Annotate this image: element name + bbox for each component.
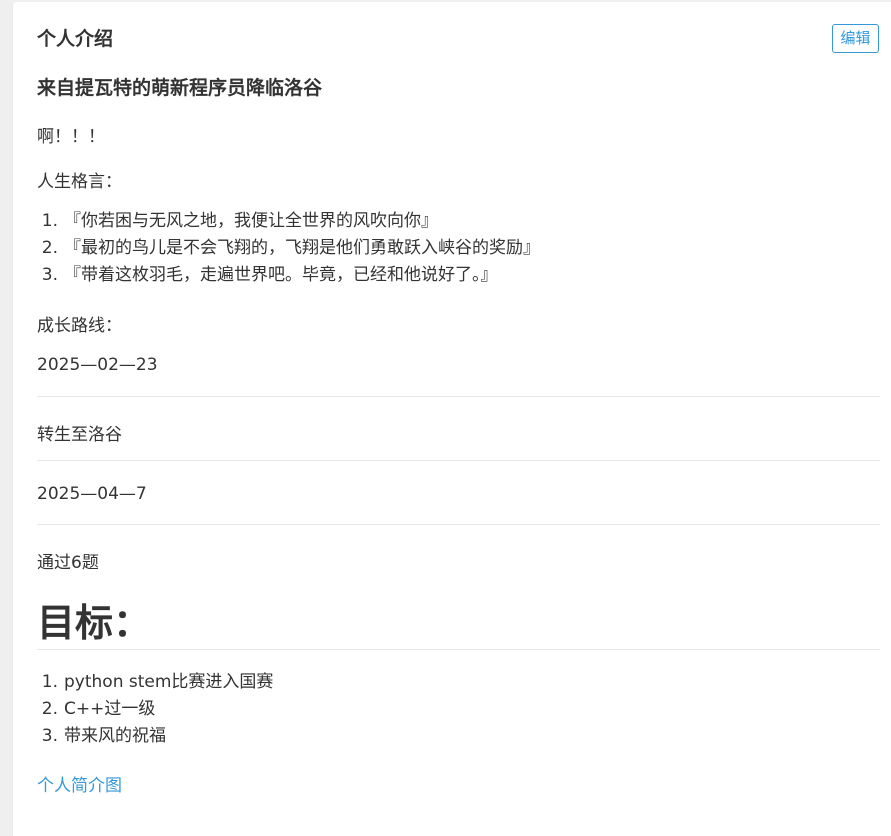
list-item: 2. C++过一级 xyxy=(41,699,156,719)
goal-text: C++过一级 xyxy=(64,699,156,719)
growth-label: 成长路线： xyxy=(37,316,122,336)
list-item: 1. 『你若困与无风之地，我便让全世界的风吹向你』 xyxy=(41,211,438,231)
timeline-item: 转生至洛谷 xyxy=(37,425,122,445)
divider xyxy=(37,396,880,397)
intro-subtitle: 来自提瓦特的萌新程序员降临洛谷 xyxy=(37,77,323,99)
motto-label: 人生格言： xyxy=(37,172,122,192)
motto-text: 『最初的鸟儿是不会飞翔的，飞翔是他们勇敢跃入峡谷的奖励』 xyxy=(64,238,540,258)
motto-text: 『你若困与无风之地，我便让全世界的风吹向你』 xyxy=(64,211,438,231)
goal-heading: 目标： xyxy=(37,601,152,645)
divider xyxy=(37,649,880,650)
motto-list: 1. 『你若困与无风之地，我便让全世界的风吹向你』 2. 『最初的鸟儿是不会飞翔的，… xyxy=(37,208,540,289)
goal-text: 带来风的祝福 xyxy=(64,726,166,746)
goal-list: 1. python stem比赛进入国赛 2. C++过一级 3. 带来风的祝福 xyxy=(37,669,274,750)
timeline-item: 通过6题 xyxy=(37,553,99,573)
timeline-item: 2025—04—7 xyxy=(37,484,147,504)
section-title: 个人介绍 xyxy=(37,28,114,50)
divider xyxy=(37,460,880,461)
timeline-item: 2025—02—23 xyxy=(37,355,158,375)
divider xyxy=(37,524,880,525)
profile-image-link[interactable]: 个人简介图 xyxy=(37,771,122,796)
intro-card: 个人介绍 来自提瓦特的萌新程序员降临洛谷 啊！！！ 人生格言： 1. 『你若困与无… xyxy=(13,2,891,836)
list-item: 1. python stem比赛进入国赛 xyxy=(41,672,274,692)
exclaim-text: 啊！！！ xyxy=(37,127,105,147)
motto-text: 『带着这枚羽毛，走遍世界吧。毕竟，已经和他说好了。』 xyxy=(64,265,498,285)
list-item: 3. 『带着这枚羽毛，走遍世界吧。毕竟，已经和他说好了。』 xyxy=(41,265,498,285)
edit-button[interactable]: 编辑 xyxy=(832,24,879,53)
list-item: 2. 『最初的鸟儿是不会飞翔的，飞翔是他们勇敢跃入峡谷的奖励』 xyxy=(41,238,540,258)
list-item: 3. 带来风的祝福 xyxy=(41,726,166,746)
goal-text: python stem比赛进入国赛 xyxy=(64,672,274,692)
